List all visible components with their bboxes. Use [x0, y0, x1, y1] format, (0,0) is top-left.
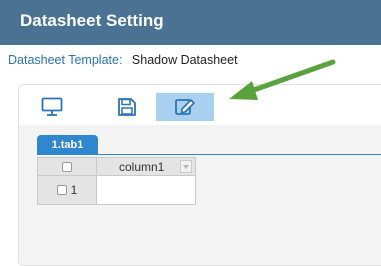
annotation-arrow-icon	[229, 59, 336, 100]
